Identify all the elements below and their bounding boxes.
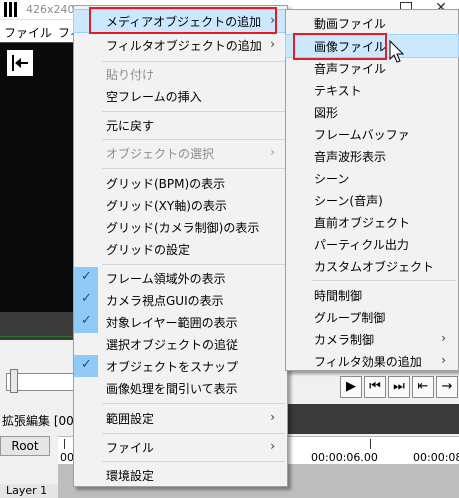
- submenu-arrow-icon: ›: [270, 13, 275, 27]
- submenu-item-camera-control[interactable]: カメラ制御 ›: [286, 328, 458, 350]
- submenu-item-video-file[interactable]: 動画ファイル: [286, 12, 458, 34]
- menu-item-grid-xy[interactable]: グリッド(XY軸)の表示: [74, 194, 287, 216]
- submenu-item-scene[interactable]: シーン: [286, 167, 458, 189]
- submenu-item-image-file[interactable]: 画像ファイル: [285, 34, 459, 58]
- menu-separator: [102, 264, 285, 265]
- menu-item-add-media-object[interactable]: メディアオブジェクトの追加 ›: [73, 9, 288, 33]
- menu-item-undo[interactable]: 元に戻す: [74, 114, 287, 136]
- menu-item-grid-bpm[interactable]: グリッド(BPM)の表示: [74, 172, 287, 194]
- submenu-item-shape[interactable]: 図形: [286, 101, 458, 123]
- check-icon: ✓: [74, 289, 98, 311]
- menu-separator: [102, 461, 285, 462]
- menu-item-show-out-of-frame[interactable]: ✓ フレーム領域外の表示: [74, 267, 287, 289]
- submenu-arrow-icon: ›: [441, 331, 446, 345]
- menu-separator: [102, 111, 285, 112]
- menu-item-grid-settings[interactable]: グリッドの設定: [74, 238, 287, 260]
- submenu-item-group-control[interactable]: グループ制御: [286, 306, 458, 328]
- root-button[interactable]: Root: [0, 436, 50, 456]
- menu-item-select-object[interactable]: オブジェクトの選択 ›: [74, 142, 287, 164]
- menu-separator: [312, 280, 456, 281]
- menu-item-range-settings[interactable]: 範囲設定 ›: [74, 407, 287, 429]
- next-frame-button[interactable]: ⏭: [388, 376, 410, 398]
- menu-item-grid-camera[interactable]: グリッド(カメラ制御)の表示: [74, 216, 287, 238]
- submenu-arrow-icon: ›: [270, 145, 275, 159]
- menu-item-snap-objects[interactable]: ✓ オブジェクトをスナップ: [74, 355, 287, 377]
- submenu-item-time-control[interactable]: 時間制御: [286, 284, 458, 306]
- submenu-item-previous-object[interactable]: 直前オブジェクト: [286, 211, 458, 233]
- ruler-time-mid: 00:00:06.00: [311, 451, 378, 464]
- check-icon: ✓: [74, 311, 98, 333]
- app-icon: [4, 2, 18, 17]
- menu-separator: [102, 168, 285, 169]
- mouse-cursor-icon: [389, 40, 405, 63]
- submenu-arrow-icon: ›: [270, 439, 275, 453]
- submenu-item-audio-file[interactable]: 音声ファイル: [286, 57, 458, 79]
- menu-item-add-filter-object[interactable]: フィルタオブジェクトの追加 ›: [74, 34, 287, 56]
- submenu-item-audio-waveform[interactable]: 音声波形表示: [286, 145, 458, 167]
- menu-file[interactable]: ファイル: [4, 24, 52, 41]
- menu-item-preferences[interactable]: 環境設定: [74, 464, 287, 486]
- menu-item-insert-empty-frame[interactable]: 空フレームの挿入: [74, 85, 287, 107]
- submenu-arrow-icon: ›: [441, 353, 446, 367]
- menu-separator: [102, 61, 285, 62]
- menu-separator: [102, 139, 285, 140]
- ruler-time-left: 00: [60, 451, 74, 464]
- submenu-item-add-filter-effect[interactable]: フィルタ効果の追加 ›: [286, 350, 458, 372]
- play-button[interactable]: ▶: [340, 376, 362, 398]
- jump-end-button[interactable]: →: [436, 376, 458, 398]
- submenu-arrow-icon: ›: [270, 37, 275, 51]
- submenu-item-text[interactable]: テキスト: [286, 79, 458, 101]
- submenu-item-particle-output[interactable]: パーティクル出力: [286, 233, 458, 255]
- extended-edit-label: 拡張編集 [00:: [2, 414, 78, 428]
- seek-handle[interactable]: [10, 369, 18, 393]
- preview-area: [0, 42, 78, 312]
- submenu-item-frame-buffer[interactable]: フレームバッファ: [286, 123, 458, 145]
- timeline-header: [284, 404, 459, 434]
- ruler-time-right: 00:00:08: [413, 451, 459, 464]
- layer-label[interactable]: Layer 1: [0, 484, 58, 498]
- menu-separator: [102, 433, 285, 434]
- context-menu: メディアオブジェクトの追加 › フィルタオブジェクトの追加 › 貼り付け 空フレ…: [73, 5, 288, 487]
- submenu-item-custom-object[interactable]: カスタムオブジェクト: [286, 255, 458, 277]
- menu-item-thin-processing[interactable]: 画像処理を間引いて表示: [74, 377, 287, 399]
- check-icon: ✓: [74, 267, 98, 289]
- menu-item-layer-range[interactable]: ✓ 対象レイヤー範囲の表示: [74, 311, 287, 333]
- media-object-submenu: 動画ファイル 画像ファイル 音声ファイル テキスト 図形 フレームバッファ 音声…: [285, 9, 459, 371]
- submenu-item-scene-audio[interactable]: シーン(音声): [286, 189, 458, 211]
- submenu-arrow-icon: ›: [270, 410, 275, 424]
- check-icon: ✓: [74, 355, 98, 377]
- menu-item-file[interactable]: ファイル ›: [74, 436, 287, 458]
- jump-to-start-icon[interactable]: [7, 50, 33, 76]
- menu-separator: [102, 403, 285, 404]
- preview-strip: [0, 312, 78, 340]
- prev-frame-button[interactable]: ⏮: [364, 376, 386, 398]
- menu-item-camera-gui[interactable]: ✓ カメラ視点GUIの表示: [74, 289, 287, 311]
- menu-item-paste[interactable]: 貼り付け: [74, 63, 287, 85]
- menu-item-follow-selected[interactable]: 選択オブジェクトの追従: [74, 333, 287, 355]
- jump-start-button[interactable]: ⇤: [412, 376, 434, 398]
